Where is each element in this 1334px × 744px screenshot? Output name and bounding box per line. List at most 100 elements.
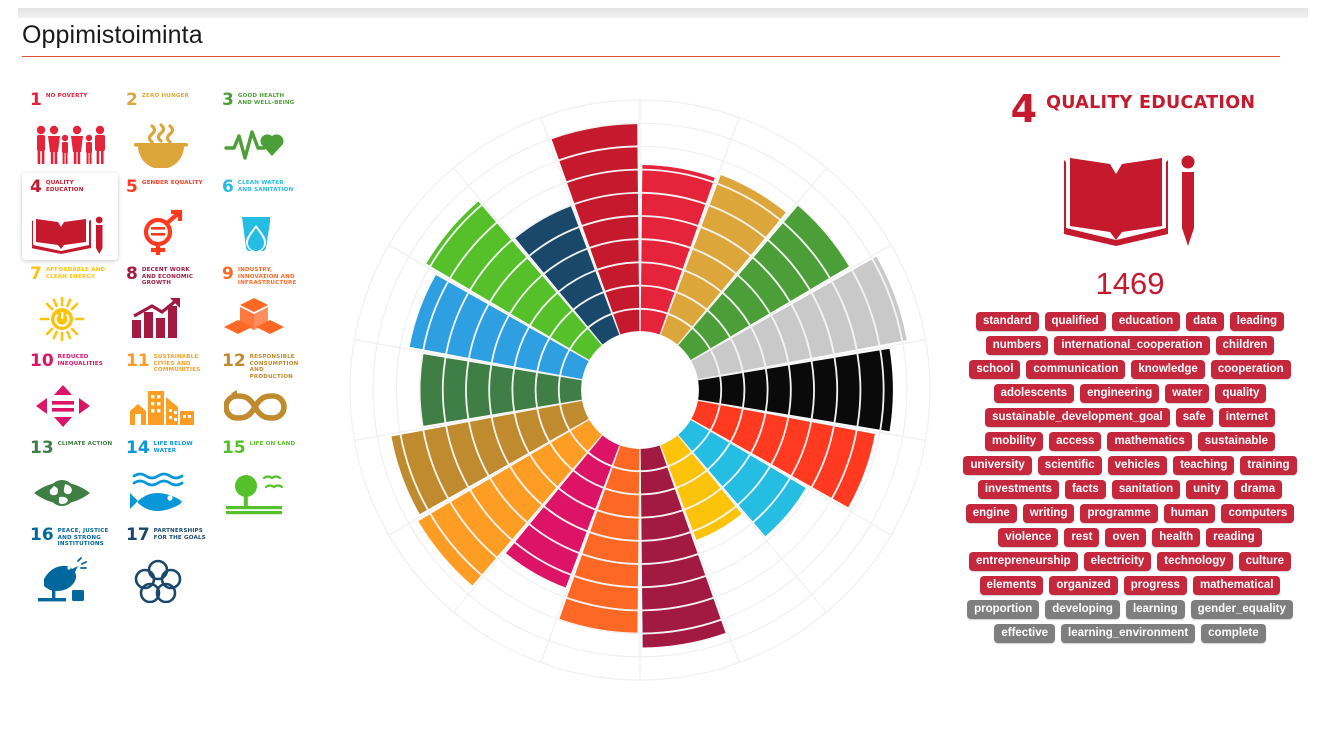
- sdg-card-head: 1 NO POVERTY: [30, 92, 88, 118]
- sdg-card-1[interactable]: 1 NO POVERTY: [22, 86, 118, 173]
- sdg-card-head: 15 LIFE ON LAND: [222, 440, 295, 466]
- keyword-tag[interactable]: mathematical: [1192, 576, 1281, 595]
- sdg-card-6[interactable]: 6 CLEAN WATER AND SANITATION: [214, 173, 310, 260]
- keyword-tag[interactable]: children: [1215, 336, 1275, 355]
- keyword-tag[interactable]: computers: [1221, 504, 1295, 523]
- keyword-tag[interactable]: school: [969, 360, 1021, 379]
- keyword-tag[interactable]: gender_equality: [1190, 600, 1293, 619]
- sdg-number: 12: [222, 351, 246, 371]
- keyword-tag[interactable]: entrepreneurship: [969, 552, 1078, 571]
- sdg-card-17[interactable]: 17 PARTNERSHIPS FOR THE GOALS: [118, 521, 214, 608]
- sdg-number: 1: [30, 90, 42, 110]
- keyword-tag[interactable]: leading: [1229, 312, 1285, 331]
- keyword-tag[interactable]: effective: [994, 624, 1056, 643]
- sdg-number: 14: [126, 438, 150, 458]
- sdg-card-7[interactable]: 7 AFFORDABLE AND CLEAN ENERGY: [22, 260, 118, 347]
- chart-segment: [490, 365, 514, 415]
- keyword-tag[interactable]: progress: [1123, 576, 1187, 595]
- keyword-tag[interactable]: facts: [1064, 480, 1106, 499]
- keyword-tag[interactable]: vehicles: [1107, 456, 1168, 475]
- keyword-tag[interactable]: programme: [1080, 504, 1158, 523]
- keyword-tag[interactable]: sustainable_development_goal: [985, 408, 1170, 427]
- keyword-tag[interactable]: violence: [998, 528, 1059, 547]
- sdg-label: GENDER EQUALITY: [141, 180, 203, 186]
- sun-power-icon: [30, 294, 118, 345]
- goal-detail-panel: 4 QUALITY EDUCATION 1469 standard qualifi…: [960, 90, 1300, 643]
- keyword-tag[interactable]: organized: [1049, 576, 1118, 595]
- keyword-tag[interactable]: quality: [1215, 384, 1267, 403]
- sdg-card-8[interactable]: 8 DECENT WORK AND ECONOMIC GROWTH: [118, 260, 214, 347]
- keyword-tag[interactable]: teaching: [1173, 456, 1235, 475]
- keyword-tag[interactable]: writing: [1022, 504, 1075, 523]
- sdg-card-13[interactable]: 13 CLIMATE ACTION: [22, 434, 118, 521]
- sdg-card-2[interactable]: 2 ZERO HUNGER: [118, 86, 214, 173]
- keyword-tag[interactable]: internet: [1218, 408, 1275, 427]
- chart-segment: [513, 369, 537, 411]
- sdg-card-9[interactable]: 9 INDUSTRY, INNOVATION AND INFRASTRUCTURE: [214, 260, 310, 347]
- keyword-tag[interactable]: reading: [1206, 528, 1262, 547]
- keyword-tag[interactable]: communication: [1026, 360, 1126, 379]
- keyword-tag[interactable]: electricity: [1083, 552, 1152, 571]
- keyword-tag[interactable]: knowledge: [1131, 360, 1205, 379]
- sdg-card-head: 12 RESPONSIBLE CONSUMPTION AND PRODUCTION: [222, 351, 306, 380]
- keyword-tag[interactable]: complete: [1201, 624, 1266, 643]
- keyword-tag[interactable]: standard: [975, 312, 1039, 331]
- keyword-tag[interactable]: mobility: [984, 432, 1044, 451]
- keyword-tag[interactable]: cooperation: [1210, 360, 1291, 379]
- keyword-tag[interactable]: investments: [977, 480, 1059, 499]
- sdg-card-head: 10 REDUCED INEQUALITIES: [30, 353, 114, 379]
- keyword-tag[interactable]: adolescents: [993, 384, 1075, 403]
- sdg-card-15[interactable]: 15 LIFE ON LAND: [214, 434, 310, 521]
- keyword-tag[interactable]: numbers: [985, 336, 1049, 355]
- keyword-tag[interactable]: drama: [1233, 480, 1283, 499]
- keyword-tag[interactable]: university: [963, 456, 1032, 475]
- sdg-card-head: 17 PARTNERSHIPS FOR THE GOALS: [126, 527, 210, 553]
- keyword-tag[interactable]: engine: [965, 504, 1017, 523]
- keyword-tag[interactable]: culture: [1238, 552, 1291, 571]
- keyword-tag[interactable]: mathematics: [1107, 432, 1192, 451]
- sdg-label: QUALITY EDUCATION: [45, 180, 84, 193]
- radial-bar-chart[interactable]: [330, 80, 950, 700]
- keyword-tag[interactable]: health: [1152, 528, 1201, 547]
- keyword-tag[interactable]: oven: [1105, 528, 1147, 547]
- keyword-tag[interactable]: developing: [1045, 600, 1120, 619]
- sdg-card-16[interactable]: 16 PEACE, JUSTICE AND STRONG INSTITUTIONS: [22, 521, 118, 608]
- keyword-tag[interactable]: rest: [1064, 528, 1100, 547]
- goal-title: QUALITY EDUCATION: [1046, 93, 1256, 113]
- keyword-tag[interactable]: qualified: [1044, 312, 1106, 331]
- keyword-tag[interactable]: learning_environment: [1061, 624, 1196, 643]
- sdg-label: LIFE BELOW WATER: [153, 441, 193, 454]
- sdg-card-4[interactable]: 4 QUALITY EDUCATION: [22, 173, 118, 260]
- keyword-tag[interactable]: proportion: [967, 600, 1040, 619]
- keyword-tag[interactable]: sustainable: [1197, 432, 1276, 451]
- keyword-tag[interactable]: international_cooperation: [1054, 336, 1210, 355]
- keyword-tag[interactable]: water: [1165, 384, 1210, 403]
- keyword-tag[interactable]: scientific: [1037, 456, 1102, 475]
- sdg-card-11[interactable]: 11 SUSTAINABLE CITIES AND COMMUNITIES: [118, 347, 214, 434]
- page-title: Oppimistoiminta: [22, 21, 203, 49]
- tree-birds-icon: [222, 468, 310, 519]
- keyword-tag[interactable]: training: [1240, 456, 1297, 475]
- sdg-card-10[interactable]: 10 REDUCED INEQUALITIES: [22, 347, 118, 434]
- sdg-card-14[interactable]: 14 LIFE BELOW WATER: [118, 434, 214, 521]
- page-header: Oppimistoiminta: [0, 18, 1334, 62]
- keyword-tag[interactable]: technology: [1157, 552, 1233, 571]
- keyword-tag[interactable]: safe: [1175, 408, 1213, 427]
- keyword-tag[interactable]: learning: [1125, 600, 1185, 619]
- keyword-tag[interactable]: education: [1111, 312, 1181, 331]
- keyword-tag[interactable]: human: [1163, 504, 1216, 523]
- keyword-tag[interactable]: unity: [1186, 480, 1228, 499]
- keyword-tag[interactable]: access: [1049, 432, 1102, 451]
- keyword-tag[interactable]: elements: [979, 576, 1044, 595]
- keyword-tag[interactable]: engineering: [1080, 384, 1160, 403]
- keyword-tag[interactable]: data: [1186, 312, 1224, 331]
- gender-equality-icon: [126, 207, 214, 258]
- keyword-tag[interactable]: sanitation: [1111, 480, 1181, 499]
- sdg-card-5[interactable]: 5 GENDER EQUALITY: [118, 173, 214, 260]
- sdg-card-12[interactable]: 12 RESPONSIBLE CONSUMPTION AND PRODUCTION: [214, 347, 310, 434]
- chart-segment: [835, 354, 860, 426]
- sdg-number: 2: [126, 90, 138, 110]
- radial-chart-svg[interactable]: [330, 80, 950, 700]
- sdg-card-3[interactable]: 3 GOOD HEALTH AND WELL-BEING: [214, 86, 310, 173]
- interlocking-circles-icon: [126, 555, 214, 606]
